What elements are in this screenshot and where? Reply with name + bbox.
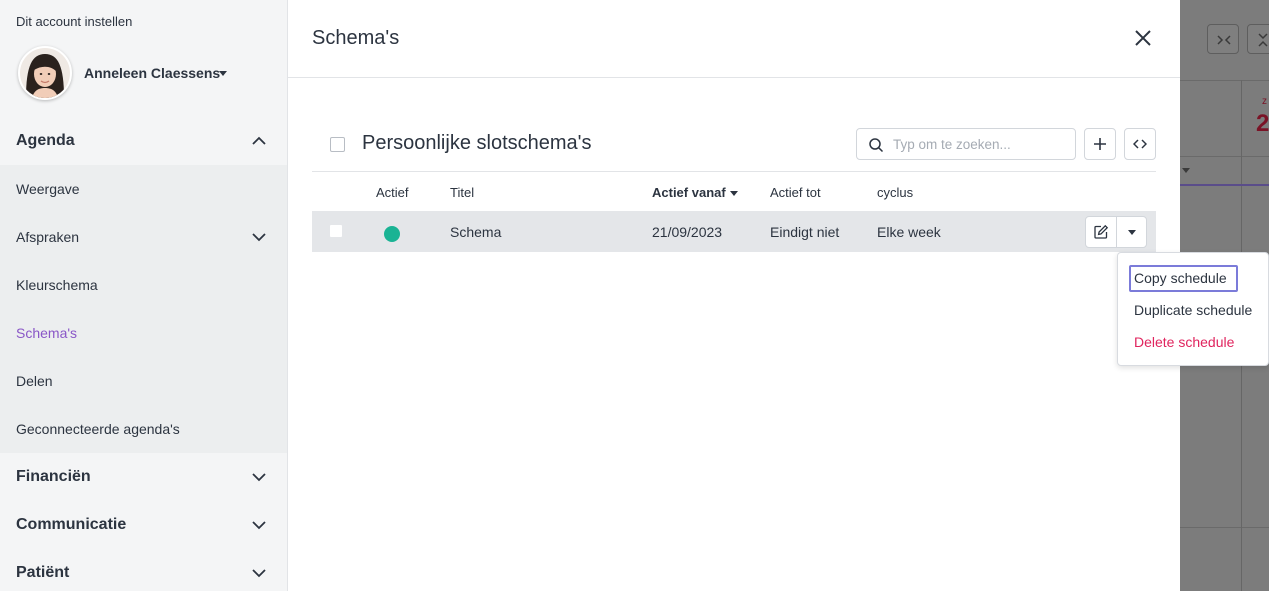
agenda-submenu: Weergave Afspraken Kleurschema Schema's … (0, 165, 287, 453)
column-header-actief[interactable]: Actief (376, 185, 409, 200)
search-field[interactable] (856, 128, 1076, 160)
sidebar-item-geconnecteerde-agendas[interactable]: Geconnecteerde agenda's (0, 405, 287, 453)
chevron-down-icon (252, 521, 266, 530)
calendar-divider (1180, 156, 1269, 157)
column-header-actief-tot[interactable]: Actief tot (770, 185, 821, 200)
calendar-caret-icon (1182, 168, 1190, 173)
close-button[interactable] (1131, 26, 1155, 50)
sidebar-item-label: Geconnecteerde agenda's (16, 421, 180, 437)
account-settings-title: Dit account instellen (16, 14, 133, 29)
chevron-down-icon (252, 569, 266, 578)
sidebar-item-label: Kleurschema (16, 277, 98, 293)
sort-caret-icon[interactable] (730, 191, 738, 196)
embed-code-button[interactable] (1124, 128, 1156, 160)
table-divider (312, 171, 1156, 172)
section-label: Patiënt (16, 564, 70, 581)
column-header-actief-vanaf[interactable]: Actief vanaf (652, 185, 726, 200)
section-patient[interactable]: Patiënt (0, 549, 287, 591)
edit-icon (1094, 224, 1109, 239)
row-cycle: Elke week (877, 224, 941, 240)
sidebar-item-label: Weergave (16, 181, 80, 197)
calendar-divider (1180, 80, 1269, 81)
sidebar-item-label: Delen (16, 373, 53, 389)
sidebar-item-label: Afspraken (16, 229, 80, 245)
panel-title: Persoonlijke slotschema's (362, 132, 592, 154)
sidebar-item-schemas[interactable]: Schema's (0, 309, 287, 357)
active-status-dot (384, 226, 400, 242)
row-checkbox[interactable] (330, 225, 342, 237)
section-communicatie[interactable]: Communicatie (0, 501, 287, 549)
plus-icon (1094, 138, 1106, 150)
row-active-to: Eindigt niet (770, 224, 840, 240)
section-agenda[interactable]: Agenda (0, 117, 287, 165)
current-time-line (1180, 184, 1269, 186)
collapse-view-button (1207, 24, 1239, 54)
sidebar-item-kleurschema[interactable]: Kleurschema (0, 261, 287, 309)
chevron-up-icon (252, 136, 266, 145)
section-label: Agenda (16, 132, 75, 149)
table-row[interactable]: Schema 21/09/2023 Eindigt niet Elke week (312, 211, 1156, 252)
column-header-cyclus[interactable]: cyclus (877, 185, 913, 200)
row-title: Schema (450, 224, 502, 240)
section-financien[interactable]: Financiën (0, 453, 287, 501)
expand-view-button (1247, 24, 1269, 54)
user-menu-caret-icon[interactable] (219, 71, 227, 76)
avatar[interactable] (18, 46, 72, 100)
section-label: Communicatie (16, 516, 127, 533)
user-name[interactable]: Anneleen Claessens (84, 65, 220, 81)
sidebar-item-label: Schema's (16, 325, 78, 341)
menu-item-copy-schedule[interactable]: Copy schedule (1134, 270, 1227, 286)
caret-down-icon (1127, 229, 1136, 235)
search-input[interactable] (893, 135, 1068, 153)
row-active-from: 21/09/2023 (652, 224, 723, 240)
calendar-day-number: 2 (1256, 110, 1269, 137)
modal-header: Schema's (288, 0, 1180, 78)
chevron-down-icon (252, 473, 266, 482)
code-icon (1133, 139, 1147, 149)
settings-sidebar: Dit account instellen Anneleen Claessens… (0, 0, 288, 591)
calendar-divider (1180, 527, 1269, 528)
menu-item-duplicate-schedule[interactable]: Duplicate schedule (1134, 302, 1252, 318)
close-icon (1135, 30, 1151, 46)
row-actions-dropdown-button[interactable] (1116, 216, 1147, 248)
sidebar-item-weergave[interactable]: Weergave (0, 165, 287, 213)
add-schedule-button[interactable] (1084, 128, 1116, 160)
select-all-checkbox[interactable] (330, 137, 345, 152)
section-label: Financiën (16, 468, 91, 485)
chevron-down-icon (252, 233, 266, 242)
calendar-day-letter: z (1262, 96, 1267, 107)
search-icon (869, 138, 884, 153)
menu-item-delete-schedule[interactable]: Delete schedule (1134, 334, 1234, 350)
edit-button[interactable] (1085, 216, 1117, 248)
schemas-modal: Schema's Persoonlijke slotschema's Actie… (288, 0, 1180, 591)
sidebar-item-delen[interactable]: Delen (0, 357, 287, 405)
column-header-titel[interactable]: Titel (450, 185, 474, 200)
row-actions-menu: Copy schedule Duplicate schedule Delete … (1117, 252, 1269, 366)
sidebar-item-afspraken[interactable]: Afspraken (0, 213, 287, 261)
modal-title: Schema's (312, 27, 400, 49)
